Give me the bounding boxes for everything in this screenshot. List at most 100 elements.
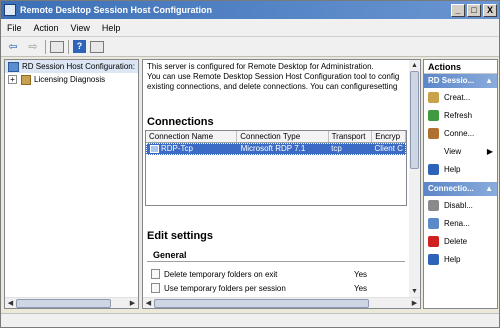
create-connection-icon xyxy=(428,91,439,103)
action-label: Delete xyxy=(444,236,468,246)
action-creat[interactable]: Creat... xyxy=(424,88,497,106)
action-disabl[interactable]: Disabl... xyxy=(424,196,497,214)
toolbar: ⇦ ⇨ ? xyxy=(1,37,499,57)
scrollbar-thumb[interactable] xyxy=(410,71,419,169)
help-icon[interactable]: ? xyxy=(73,40,86,53)
setting-row[interactable]: Use temporary folders per session Yes xyxy=(147,282,405,294)
setting-value: Yes xyxy=(354,269,368,279)
menu-bar: File Action View Help xyxy=(1,19,499,37)
action-conne[interactable]: Conne... xyxy=(424,124,497,142)
setting-icon xyxy=(151,283,160,293)
forward-arrow-icon[interactable]: ⇨ xyxy=(25,40,41,54)
general-heading: General xyxy=(147,248,405,262)
disable-icon xyxy=(428,199,439,211)
group-title: RD Sessio... xyxy=(428,76,475,85)
submenu-arrow-icon: ▶ xyxy=(486,146,493,156)
setting-icon xyxy=(151,269,160,279)
rename-icon xyxy=(428,217,439,229)
action-label: View xyxy=(444,146,462,156)
scrollbar-thumb[interactable] xyxy=(16,298,111,308)
column-transport[interactable]: Transport xyxy=(329,131,373,142)
collapse-icon[interactable]: ▲ xyxy=(485,182,493,196)
action-help[interactable]: Help xyxy=(424,160,497,178)
edit-settings-heading: Edit settings xyxy=(147,230,214,242)
row-transport: tcp xyxy=(331,144,342,153)
tree-item-rd-session-host[interactable]: RD Session Host Configuration: xyxy=(5,60,138,73)
licensing-icon xyxy=(21,74,31,85)
row-type: Microsoft RDP 7.1 xyxy=(240,144,306,153)
window-title: Remote Desktop Session Host Configuratio… xyxy=(20,5,213,15)
setting-row[interactable]: Delete temporary folders on exit Yes xyxy=(147,268,405,280)
setting-value: Yes xyxy=(354,283,368,293)
console-tree: RD Session Host Configuration: + Licensi… xyxy=(4,59,139,309)
blank-icon xyxy=(428,145,439,157)
action-label: Conne... xyxy=(444,128,475,138)
refresh-icon xyxy=(428,109,439,121)
back-arrow-icon[interactable]: ⇦ xyxy=(5,40,21,54)
minimize-button[interactable]: _ xyxy=(451,3,465,17)
action-rena[interactable]: Rena... xyxy=(424,214,497,232)
action-view[interactable]: View ▶ xyxy=(424,142,497,160)
app-icon xyxy=(4,4,16,16)
expand-icon[interactable]: + xyxy=(8,75,17,84)
status-bar xyxy=(1,313,499,327)
action-label: Creat... xyxy=(444,92,471,102)
action-label: Refresh xyxy=(444,110,473,120)
row-name-cell: RDP-Tcp xyxy=(147,144,238,154)
title-bar[interactable]: Remote Desktop Session Host Configuratio… xyxy=(1,1,499,19)
action-delete[interactable]: Delete xyxy=(424,232,497,250)
scrollbar-thumb[interactable] xyxy=(154,298,369,308)
details-horizontal-scrollbar[interactable]: ◀ ▶ xyxy=(143,297,420,308)
row-name: RDP-Tcp xyxy=(161,144,194,153)
menu-file[interactable]: File xyxy=(1,23,28,33)
intro-line: This server is configured for Remote Des… xyxy=(147,62,374,71)
toolbar-separator xyxy=(68,39,69,54)
details-vertical-scrollbar[interactable]: ▲ ▼ xyxy=(409,60,420,297)
row-encryption: Client C xyxy=(374,144,403,153)
setting-label: Use temporary folders per session xyxy=(164,283,286,293)
scroll-right-icon[interactable]: ▶ xyxy=(409,298,420,309)
intro-line: existing connections, and delete connect… xyxy=(147,82,398,91)
column-encryption[interactable]: Encryp xyxy=(372,131,406,142)
scroll-up-icon[interactable]: ▲ xyxy=(409,60,420,71)
tree-horizontal-scrollbar[interactable]: ◀ ▶ xyxy=(5,297,138,308)
column-connection-name[interactable]: Connection Name xyxy=(146,131,238,142)
details-pane: This server is configured for Remote Des… xyxy=(142,59,421,309)
menu-help[interactable]: Help xyxy=(96,23,127,33)
table-row[interactable]: RDP-Tcp Microsoft RDP 7.1 tcp Client C xyxy=(146,143,406,155)
actions-title: Actions xyxy=(424,60,497,74)
close-button[interactable]: X xyxy=(483,3,497,17)
connections-table: Connection Name Connection Type Transpor… xyxy=(145,130,407,206)
group-title: Connectio... xyxy=(428,184,474,193)
table-header: Connection Name Connection Type Transpor… xyxy=(146,131,406,143)
app-window: Remote Desktop Session Host Configuratio… xyxy=(0,0,500,328)
actions-group-rd-session[interactable]: RD Sessio... ▲ xyxy=(424,74,497,88)
help-icon xyxy=(428,163,439,175)
actions-group-connection[interactable]: Connectio... ▲ xyxy=(424,182,497,196)
scroll-right-icon[interactable]: ▶ xyxy=(127,298,138,309)
toolbar-separator xyxy=(45,39,46,54)
menu-view[interactable]: View xyxy=(65,23,96,33)
connection-icon xyxy=(150,145,159,153)
tree-item-label: Licensing Diagnosis xyxy=(34,75,106,84)
action-help[interactable]: Help xyxy=(424,250,497,268)
column-connection-type[interactable]: Connection Type xyxy=(237,131,329,142)
scroll-down-icon[interactable]: ▼ xyxy=(409,286,420,297)
collapse-icon[interactable]: ▲ xyxy=(485,74,493,88)
scroll-left-icon[interactable]: ◀ xyxy=(5,298,16,309)
delete-icon xyxy=(428,235,439,247)
intro-text: This server is configured for Remote Des… xyxy=(147,62,405,92)
maximize-button[interactable]: □ xyxy=(467,3,481,17)
show-hide-console-tree-icon[interactable] xyxy=(50,40,64,53)
action-label: Help xyxy=(444,164,461,174)
setting-label: Delete temporary folders on exit xyxy=(164,269,278,279)
scroll-left-icon[interactable]: ◀ xyxy=(143,298,154,309)
show-hide-action-pane-icon[interactable] xyxy=(90,40,104,53)
action-refresh[interactable]: Refresh xyxy=(424,106,497,124)
tree-item-licensing-diagnosis[interactable]: + Licensing Diagnosis xyxy=(5,73,138,86)
actions-pane: Actions RD Sessio... ▲ Creat... Refresh Co… xyxy=(423,59,498,309)
action-label: Help xyxy=(444,254,461,264)
action-label: Rena... xyxy=(444,218,470,228)
menu-action[interactable]: Action xyxy=(28,23,65,33)
intro-line: You can use Remote Desktop Session Host … xyxy=(147,72,400,81)
